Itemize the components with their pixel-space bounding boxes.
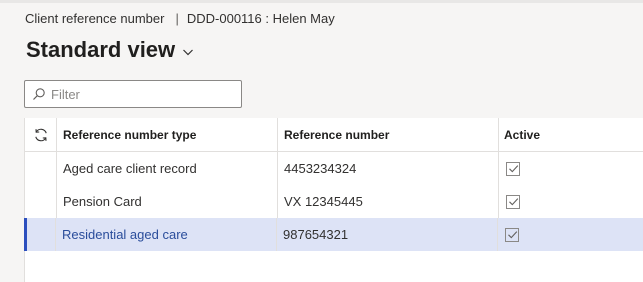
cell-type[interactable]: Residential aged care [56,218,277,251]
checkmark-icon [508,165,518,173]
row-selector[interactable] [25,185,57,218]
cell-type[interactable]: Aged care client record [57,152,278,185]
search-icon [33,88,45,100]
active-checkbox[interactable] [505,227,519,242]
chevron-down-icon [183,49,194,56]
column-header-active[interactable]: Active [499,118,643,151]
active-checkbox[interactable] [506,161,520,176]
active-checkbox[interactable] [506,194,520,209]
filter-field[interactable] [24,80,242,108]
refresh-icon [34,128,47,141]
breadcrumb-separator: | [175,11,179,26]
checkmark-icon [507,231,517,239]
breadcrumb-record: DDD-000116 : Helen May [186,11,335,26]
breadcrumb-page: Client reference number [25,11,165,26]
cell-number[interactable]: 4453234324 [278,152,499,185]
row-selector[interactable] [25,152,57,185]
cell-active [499,185,643,218]
view-title: Standard view [26,37,176,62]
filter-input[interactable] [51,86,231,102]
grid-header-row: Reference number type Reference number A… [25,118,643,152]
table-row[interactable]: Pension Card VX 12345445 [25,185,643,218]
cell-number[interactable]: 987654321 [277,218,498,251]
column-header-type[interactable]: Reference number type [57,118,278,151]
refresh-button[interactable] [25,118,57,151]
cell-type[interactable]: Pension Card [57,185,278,218]
breadcrumb: Client reference number | DDD-000116 : Hel… [25,11,335,26]
reference-grid: Reference number type Reference number A… [24,118,643,282]
cell-number[interactable]: VX 12345445 [278,185,499,218]
cell-active [498,218,643,251]
checkmark-icon [508,198,518,206]
table-row[interactable]: Aged care client record 4453234324 [25,152,643,185]
view-selector[interactable]: Standard view [26,37,195,63]
table-row-selected[interactable]: Residential aged care 987654321 [24,218,643,251]
top-bar [0,0,643,3]
cell-active [499,152,643,185]
row-selector[interactable] [24,218,56,251]
column-header-number[interactable]: Reference number [278,118,499,151]
